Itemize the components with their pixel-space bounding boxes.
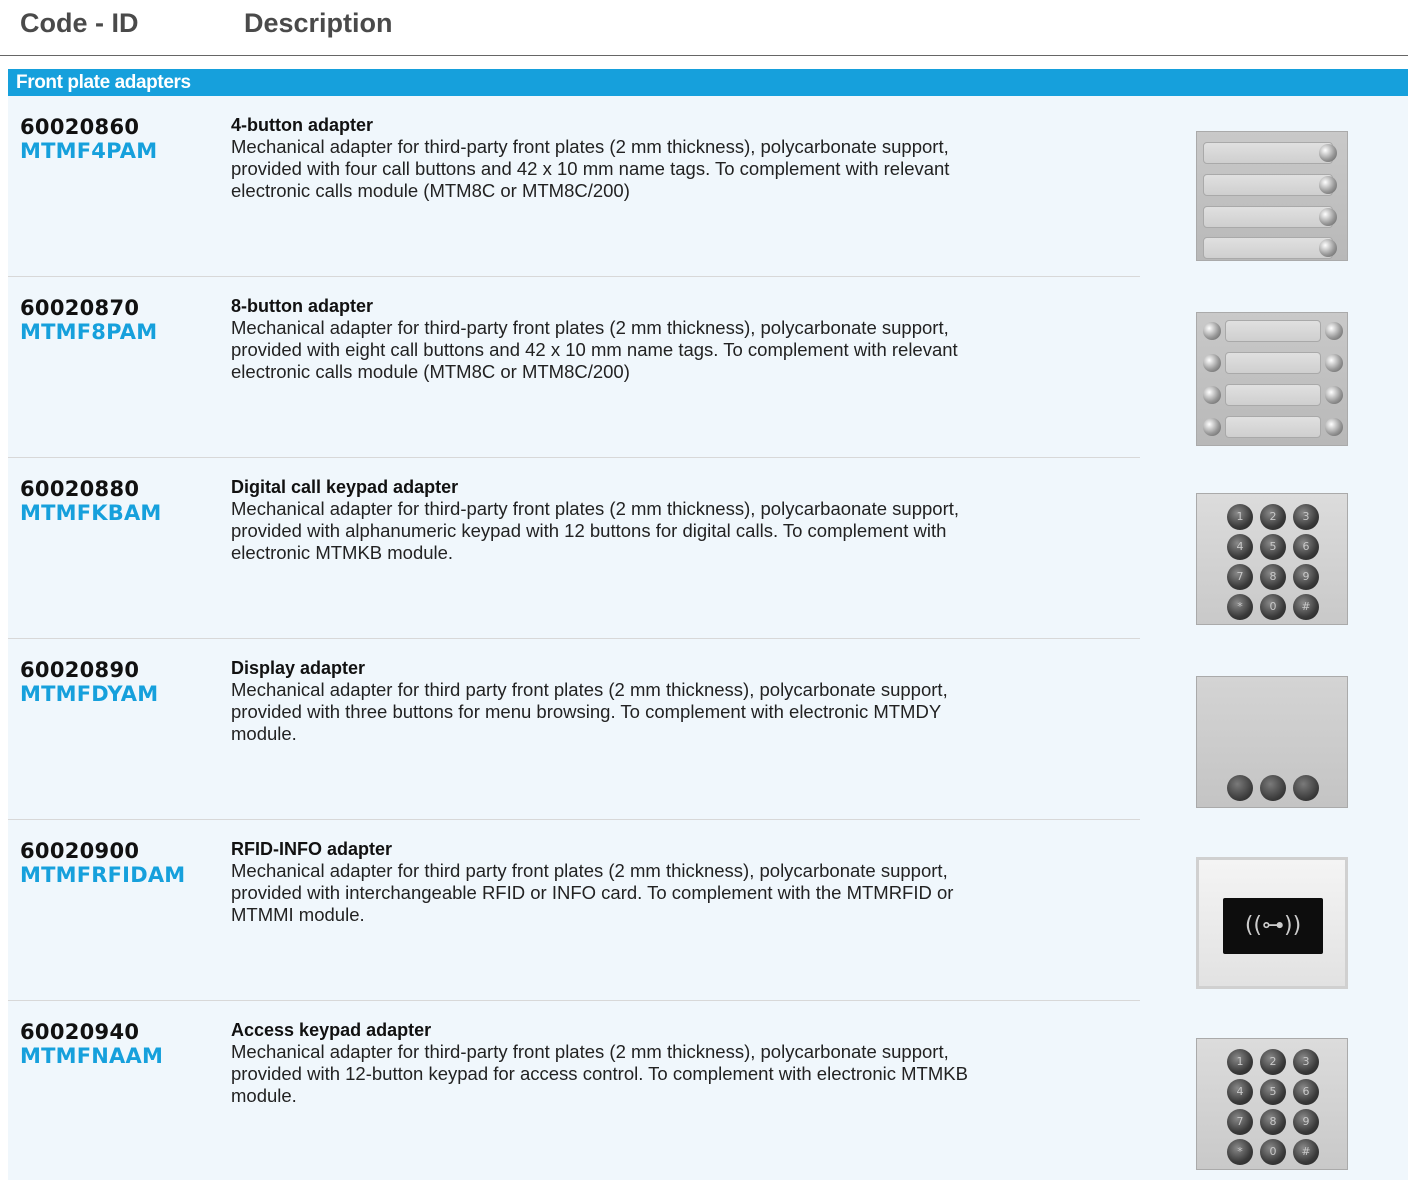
product-description: Mechanical adapter for third-party front… <box>231 317 958 382</box>
product-title: Access keypad adapter <box>231 1020 432 1040</box>
display-plate-image <box>1196 676 1348 808</box>
product-code: 60020880 <box>20 477 140 501</box>
product-row: 60020870 MTMF8PAM 8-button adapter Mecha… <box>8 277 1408 458</box>
rfid-key-icon: ((⊶)) <box>1223 898 1323 954</box>
product-row: 60020890 MTMFDYAM Display adapter Mechan… <box>8 639 1408 820</box>
front-plate-adapters-section: Front plate adapters 60020860 MTMF4PAM 4… <box>8 69 1408 1180</box>
8-button-plate-image <box>1196 312 1348 446</box>
product-model: MTMFNAAM <box>20 1044 164 1068</box>
product-title: Digital call keypad adapter <box>231 477 459 497</box>
product-description: Mechanical adapter for third-party front… <box>231 136 950 201</box>
product-title: RFID-INFO adapter <box>231 839 393 859</box>
access-keypad-image: 123 456 789 * 0 # <box>1196 1038 1348 1170</box>
product-code: 60020900 <box>20 839 140 863</box>
product-code: 60020860 <box>20 115 140 139</box>
rfid-plate-image: ((⊶)) <box>1196 857 1348 989</box>
section-title: Front plate adapters <box>8 69 1408 96</box>
product-code: 60020940 <box>20 1020 140 1044</box>
product-title: Display adapter <box>231 658 366 678</box>
product-row: 60020900 MTMFRFIDAM RFID-INFO adapter Me… <box>8 820 1408 1001</box>
product-model: MTMF4PAM <box>20 139 158 163</box>
product-row: 60020880 MTMFKBAM Digital call keypad ad… <box>8 458 1408 639</box>
product-model: MTMFDYAM <box>20 682 159 706</box>
product-description: Mechanical adapter for third-party front… <box>231 498 960 563</box>
code-id-column-header: Code - ID <box>20 8 139 38</box>
product-title: 8-button adapter <box>231 296 373 316</box>
product-model: MTMFKBAM <box>20 501 162 525</box>
4-button-plate-image <box>1196 131 1348 261</box>
product-row: 60020940 MTMFNAAM Access keypad adapter … <box>8 1001 1408 1180</box>
product-description: Mechanical adapter for third party front… <box>231 679 948 744</box>
product-description: Mechanical adapter for third party front… <box>231 860 954 925</box>
product-row: 60020860 MTMF4PAM 4-button adapter Mecha… <box>8 96 1408 277</box>
product-code: 60020870 <box>20 296 140 320</box>
product-model: MTMFRFIDAM <box>20 863 186 887</box>
product-code: 60020890 <box>20 658 140 682</box>
product-model: MTMF8PAM <box>20 320 158 344</box>
product-description: Mechanical adapter for third-party front… <box>231 1041 968 1106</box>
description-column-header: Description <box>244 8 393 38</box>
product-title: 4-button adapter <box>231 115 373 135</box>
keypad-image: 123 456 789 * 0 # <box>1196 493 1348 625</box>
table-header: Code - ID Description <box>0 0 1408 56</box>
